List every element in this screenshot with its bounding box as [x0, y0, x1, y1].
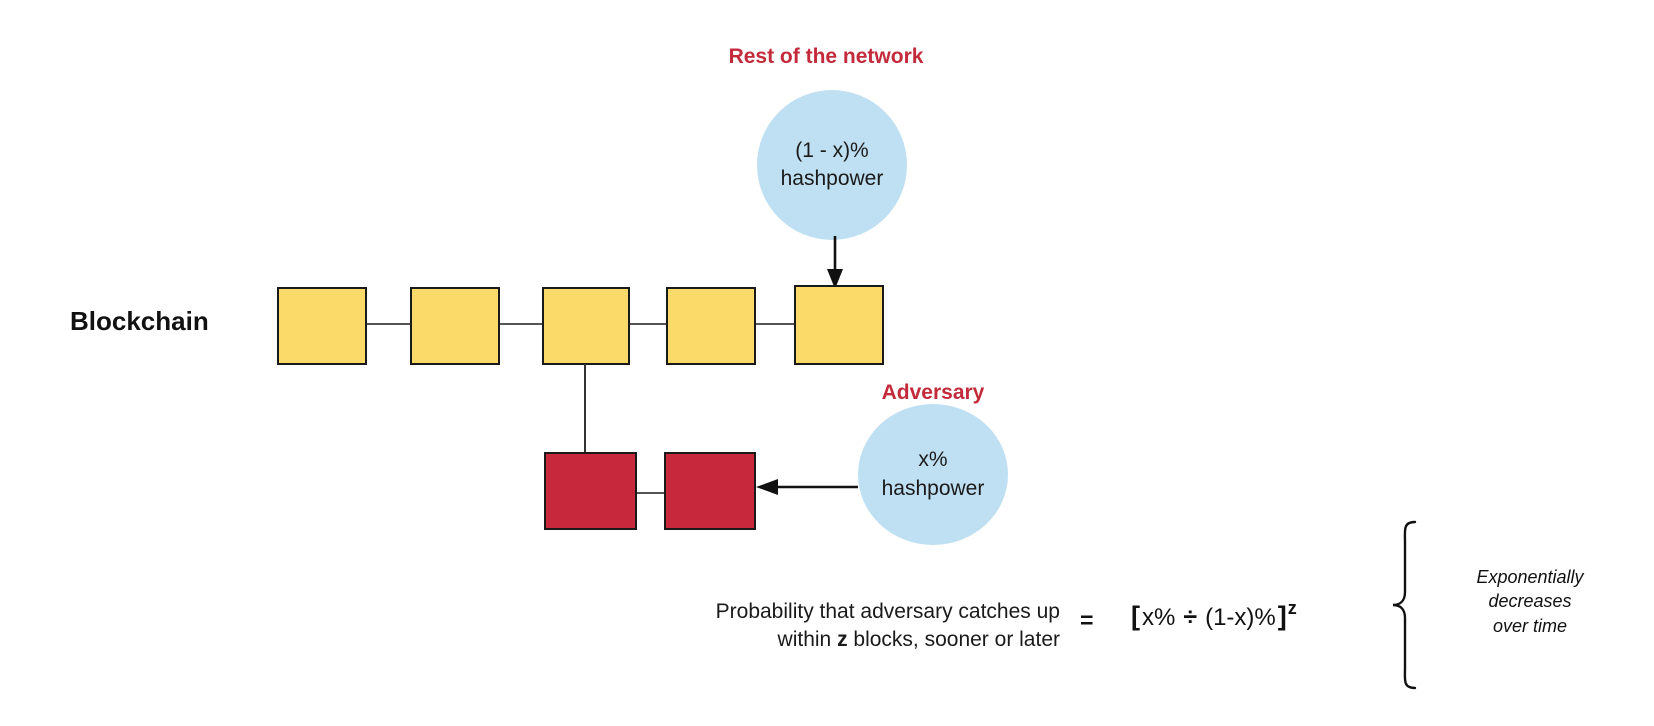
- chain-link-1-2: [366, 323, 412, 325]
- honest-block-5[interactable]: [794, 285, 884, 365]
- blockchain-label: Blockchain: [70, 306, 209, 336]
- network-hashpower-line1: (1 - x)%: [795, 138, 869, 162]
- network-hashpower-line2: hashpower: [780, 167, 884, 190]
- network-to-block-arrow-icon: [827, 236, 843, 289]
- formula-equals-sign: =: [1080, 607, 1094, 633]
- formula-description-line2: within z blocks, sooner or later: [600, 626, 1060, 654]
- honest-block-1[interactable]: [277, 287, 367, 365]
- annotation-text: Exponentially decreases over time: [1405, 565, 1654, 638]
- formula-bracket-open: [: [1131, 601, 1140, 631]
- diagram-canvas: Rest of the network (1 - x)% hashpower B…: [0, 0, 1654, 726]
- adversary-block-2[interactable]: [664, 452, 756, 530]
- formula-line2-var: z: [837, 628, 848, 652]
- honest-block-2[interactable]: [410, 287, 500, 365]
- honest-block-4[interactable]: [666, 287, 756, 365]
- network-hashpower-circle: (1 - x)% hashpower: [757, 90, 907, 240]
- formula-divide-sign: ÷: [1183, 603, 1198, 631]
- adversary-chain-link: [637, 492, 667, 494]
- formula-bracket-close: ]: [1277, 601, 1287, 631]
- rest-of-network-title: Rest of the network: [728, 45, 924, 68]
- adversary-hashpower-circle: x% hashpower: [858, 404, 1008, 545]
- formula-numerator: x%: [1142, 604, 1176, 631]
- adversary-to-block-arrow-icon: [756, 479, 858, 495]
- adversary-hashpower-label: x% hashpower: [882, 446, 985, 503]
- formula-expression: [ x% ÷ (1-x)% ] z: [1131, 598, 1297, 632]
- fork-connector: [584, 364, 586, 453]
- annotation-line2: decreases: [1488, 591, 1572, 612]
- formula-denominator: (1-x)%: [1205, 604, 1276, 631]
- honest-block-3[interactable]: [542, 287, 630, 365]
- adversary-block-1[interactable]: [544, 452, 637, 530]
- network-hashpower-label: (1 - x)% hashpower: [781, 137, 884, 194]
- adversary-hashpower-line1: x%: [918, 448, 948, 472]
- annotation-line3: over time: [1492, 615, 1568, 636]
- chain-link-4-5: [755, 323, 795, 325]
- formula-line2-post: blocks, sooner or later: [847, 628, 1060, 652]
- chain-link-3-4: [629, 323, 667, 325]
- adversary-title: Adversary: [881, 381, 985, 404]
- formula-description-line1: Probability that adversary catches up: [715, 600, 1060, 623]
- chain-link-2-3: [499, 323, 543, 325]
- formula-description: Probability that adversary catches up wi…: [600, 598, 1060, 655]
- annotation-line1: Exponentially: [1476, 567, 1584, 587]
- adversary-hashpower-line2: hashpower: [881, 476, 985, 500]
- formula-exponent: z: [1287, 598, 1297, 618]
- formula-line2-pre: within: [777, 628, 838, 652]
